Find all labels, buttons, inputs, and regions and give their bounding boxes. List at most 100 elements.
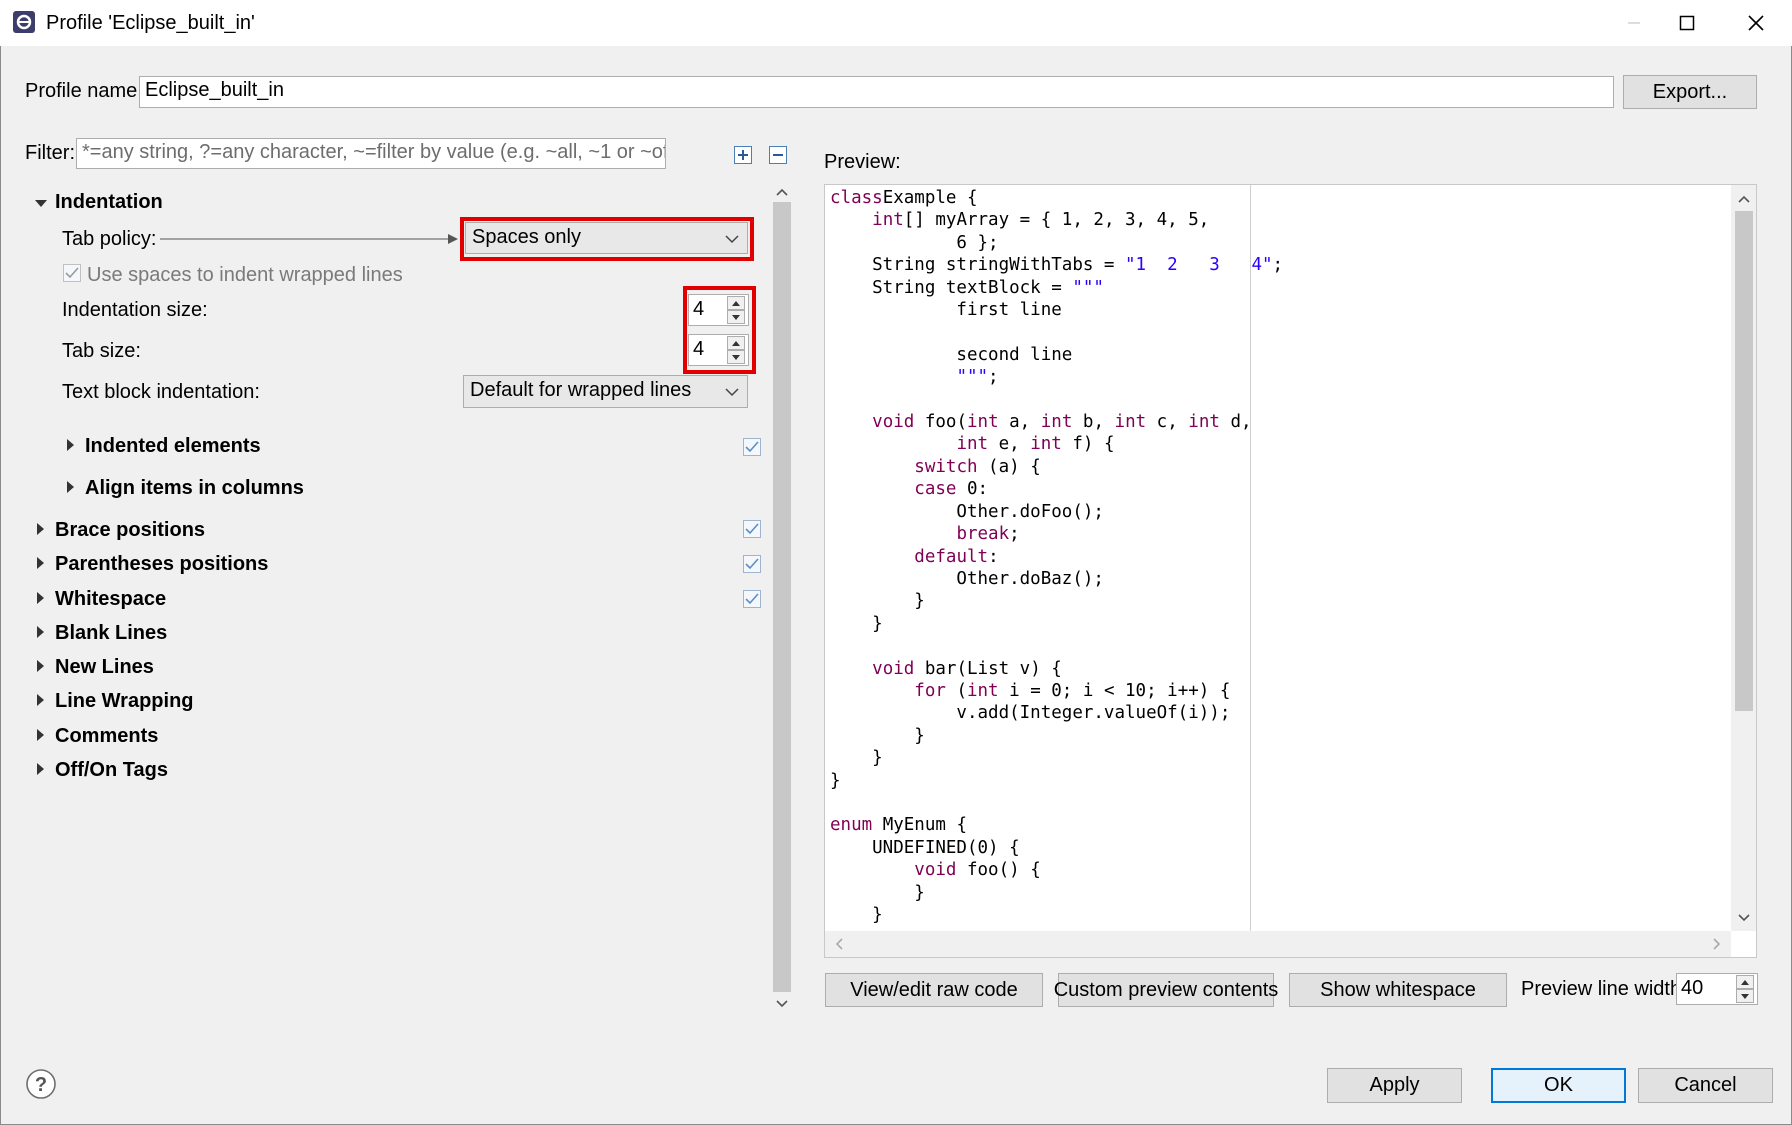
use-spaces-checkbox[interactable] bbox=[63, 264, 81, 282]
tab-size-spinner[interactable]: 4 bbox=[688, 334, 749, 366]
section-expand-icon[interactable] bbox=[37, 660, 44, 672]
section-expand-icon[interactable] bbox=[37, 763, 44, 775]
code-keyword: enum bbox=[830, 815, 873, 836]
section-expand-icon[interactable] bbox=[37, 694, 44, 706]
align-columns-title[interactable]: Align items in columns bbox=[85, 477, 304, 500]
view-raw-code-button[interactable]: View/edit raw code bbox=[825, 973, 1043, 1007]
collapse-all-button[interactable] bbox=[768, 145, 788, 165]
code-text: a, bbox=[998, 412, 1041, 433]
expand-all-icon bbox=[734, 146, 752, 164]
scroll-left-icon[interactable] bbox=[835, 938, 843, 950]
settings-scrollbar[interactable] bbox=[771, 180, 793, 1012]
filter-input[interactable]: *=any string, ?=any character, ~=filter … bbox=[76, 138, 666, 169]
minimize-button[interactable] bbox=[1604, 0, 1664, 46]
brace-positions-checkbox[interactable] bbox=[743, 520, 761, 538]
section-line-wrapping[interactable]: Line Wrapping bbox=[55, 690, 194, 713]
help-button[interactable]: ? bbox=[25, 1068, 57, 1100]
maximize-button[interactable] bbox=[1657, 0, 1717, 46]
section-expand-icon[interactable] bbox=[37, 523, 44, 535]
text-block-dropdown[interactable]: Default for wrapped lines bbox=[463, 375, 748, 408]
code-text: MyEnum { bbox=[872, 815, 967, 836]
code-keyword: int bbox=[872, 210, 904, 231]
code-text: foo( bbox=[914, 412, 967, 433]
section-expand-icon[interactable] bbox=[37, 729, 44, 741]
arrow-up-icon bbox=[732, 300, 740, 306]
scroll-down-icon[interactable] bbox=[1738, 914, 1750, 922]
preview-horizontal-scrollbar[interactable] bbox=[825, 931, 1731, 957]
arrow-down-icon bbox=[732, 314, 740, 320]
section-off-on-tags[interactable]: Off/On Tags bbox=[55, 759, 168, 782]
tab-policy-dropdown[interactable]: Spaces only bbox=[465, 222, 748, 254]
expand-all-button[interactable] bbox=[733, 145, 753, 165]
show-whitespace-button[interactable]: Show whitespace bbox=[1289, 973, 1507, 1007]
section-parentheses-positions[interactable]: Parentheses positions bbox=[55, 553, 268, 576]
indentation-collapse-icon[interactable] bbox=[35, 200, 47, 207]
close-button[interactable] bbox=[1726, 0, 1786, 46]
section-blank-lines[interactable]: Blank Lines bbox=[55, 622, 167, 645]
section-expand-icon[interactable] bbox=[37, 557, 44, 569]
code-keyword: int bbox=[1114, 412, 1147, 433]
code-keyword: class bbox=[830, 188, 883, 208]
scroll-down-icon[interactable] bbox=[776, 1000, 788, 1008]
spinner-up-button[interactable] bbox=[1736, 975, 1754, 989]
code-line: default: bbox=[830, 546, 1283, 568]
code-line: } bbox=[830, 770, 1283, 792]
code-text: String stringWithTabs = bbox=[830, 255, 1126, 276]
indented-elements-expand-icon[interactable] bbox=[67, 439, 74, 451]
code-line: String textBlock = """ bbox=[830, 277, 1283, 299]
spinner-up-button[interactable] bbox=[727, 336, 745, 350]
indentation-section-title[interactable]: Indentation bbox=[55, 191, 163, 214]
scroll-up-icon[interactable] bbox=[776, 188, 788, 196]
indented-elements-checkbox[interactable] bbox=[743, 438, 761, 456]
code-line: } bbox=[830, 725, 1283, 747]
cancel-button[interactable]: Cancel bbox=[1638, 1068, 1773, 1103]
spinner-down-button[interactable] bbox=[1736, 989, 1754, 1003]
code-text: 0: bbox=[956, 479, 989, 500]
parentheses-positions-checkbox[interactable] bbox=[743, 555, 761, 573]
whitespace-checkbox[interactable] bbox=[743, 590, 761, 608]
code-text: [] myArray = { 1, 2, 3, 4, 5, bbox=[903, 210, 1210, 231]
app-icon bbox=[12, 10, 36, 34]
code-line: break; bbox=[830, 523, 1283, 545]
preview-code: classExample { int[] myArray = { 1, 2, 3… bbox=[830, 187, 1283, 926]
scrollbar-thumb[interactable] bbox=[1735, 211, 1753, 711]
section-whitespace[interactable]: Whitespace bbox=[55, 588, 166, 611]
section-brace-positions[interactable]: Brace positions bbox=[55, 519, 205, 542]
section-expand-icon[interactable] bbox=[37, 626, 44, 638]
export-button[interactable]: Export... bbox=[1623, 75, 1757, 109]
spinner-up-button[interactable] bbox=[727, 296, 745, 310]
profile-name-input[interactable]: Eclipse_built_in bbox=[139, 76, 1614, 108]
preview-vertical-scrollbar[interactable] bbox=[1731, 185, 1756, 931]
code-line: first line bbox=[830, 299, 1283, 321]
preview-width-label: Preview line width: bbox=[1521, 978, 1687, 1000]
code-line: UNDEFINED(0) { bbox=[830, 837, 1283, 859]
align-columns-expand-icon[interactable] bbox=[67, 481, 74, 493]
scroll-right-icon[interactable] bbox=[1713, 938, 1721, 950]
code-text: Other.doFoo(); bbox=[830, 501, 1104, 522]
preview-width-spinner[interactable]: 40 bbox=[1676, 973, 1758, 1005]
indent-size-spinner[interactable]: 4 bbox=[688, 294, 749, 326]
code-keyword: void bbox=[914, 860, 957, 881]
code-line: } bbox=[830, 904, 1283, 926]
code-text: ; bbox=[1272, 255, 1284, 276]
code-text: } bbox=[830, 613, 883, 634]
scrollbar-thumb[interactable] bbox=[773, 202, 791, 992]
code-keyword: switch bbox=[914, 456, 978, 477]
code-keyword: int bbox=[956, 434, 989, 455]
tab-policy-value: Spaces only bbox=[472, 226, 581, 248]
preview-editor[interactable]: classExample { int[] myArray = { 1, 2, 3… bbox=[824, 184, 1757, 958]
section-new-lines[interactable]: New Lines bbox=[55, 656, 154, 679]
section-expand-icon[interactable] bbox=[37, 592, 44, 604]
indented-elements-title[interactable]: Indented elements bbox=[85, 435, 261, 458]
code-line: classExample { bbox=[830, 187, 1283, 209]
spinner-down-button[interactable] bbox=[727, 350, 745, 364]
section-comments[interactable]: Comments bbox=[55, 725, 158, 748]
ok-button[interactable]: OK bbox=[1491, 1068, 1626, 1103]
code-line: int[] myArray = { 1, 2, 3, 4, 5, bbox=[830, 209, 1283, 231]
custom-preview-button[interactable]: Custom preview contents bbox=[1054, 973, 1278, 1007]
scroll-up-icon[interactable] bbox=[1738, 195, 1750, 203]
spinner-down-button[interactable] bbox=[727, 310, 745, 324]
apply-button[interactable]: Apply bbox=[1327, 1068, 1462, 1103]
collapse-all-icon bbox=[769, 146, 787, 164]
